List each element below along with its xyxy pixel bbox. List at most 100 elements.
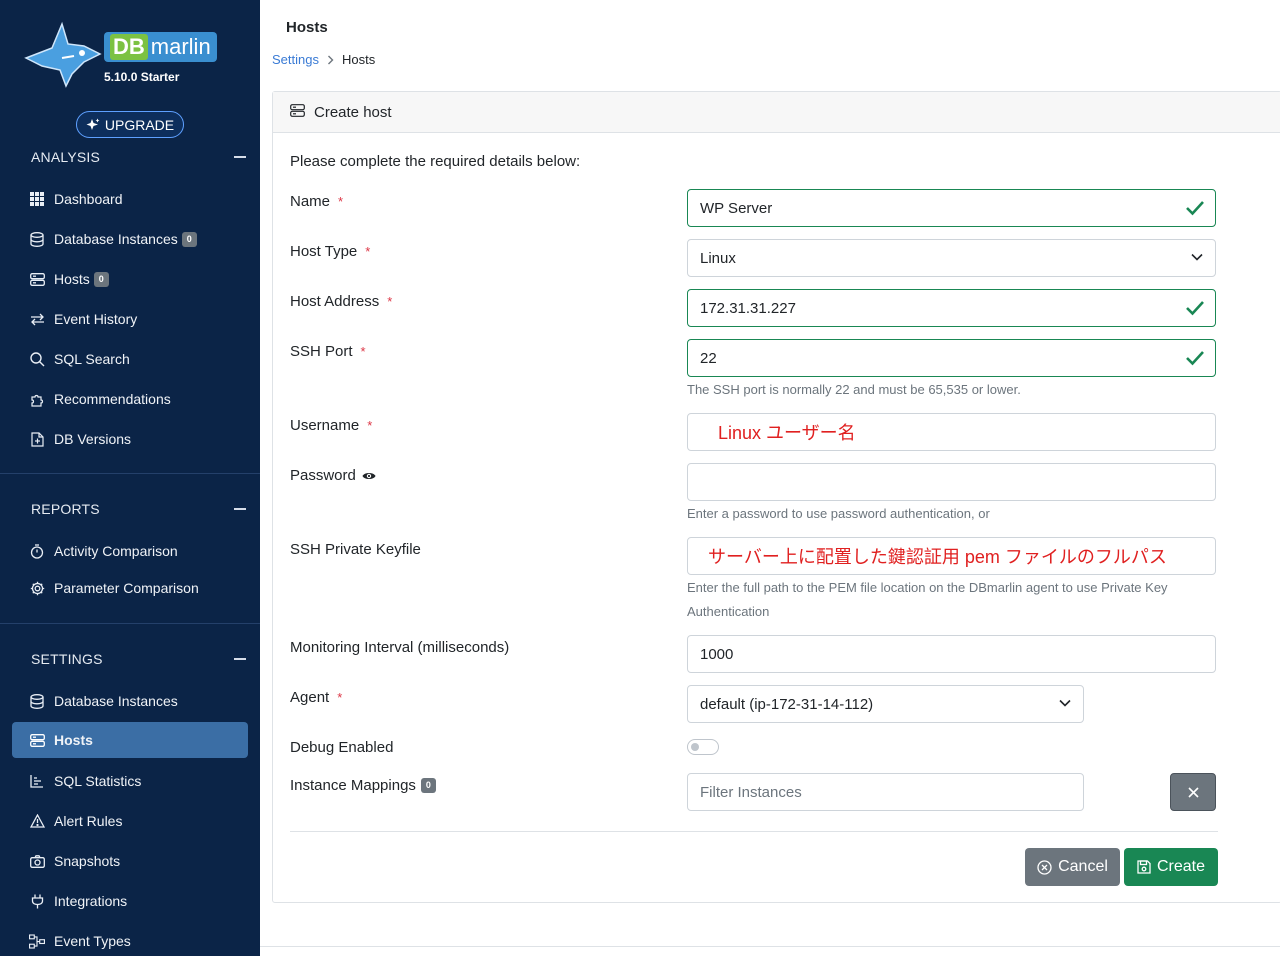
- sidebar-item-db-versions[interactable]: DB Versions: [12, 421, 248, 457]
- label-text: Instance Mappings: [290, 777, 416, 794]
- name-input[interactable]: WP Server: [687, 189, 1216, 227]
- host-type-select[interactable]: Linux: [687, 239, 1216, 277]
- required-mark: *: [338, 194, 344, 209]
- sidebar-item-label: Integrations: [54, 893, 128, 909]
- footer-line: [260, 946, 1280, 947]
- cancel-button[interactable]: Cancel: [1025, 848, 1120, 886]
- sidebar-item-integrations[interactable]: Integrations: [12, 883, 248, 919]
- label-text: Agent: [290, 689, 330, 706]
- sidebar-item-label: Event History: [54, 311, 138, 327]
- cancel-circle-icon: [1037, 859, 1052, 875]
- label-text: SSH Port: [290, 343, 353, 360]
- cancel-label: Cancel: [1058, 858, 1108, 875]
- agent-select[interactable]: default (ip-172-31-14-112): [687, 685, 1084, 723]
- collapse-icon[interactable]: [234, 658, 246, 660]
- sidebar-item-sql-statistics[interactable]: SQL Statistics: [12, 763, 248, 799]
- sidebar-item-alert-rules[interactable]: Alert Rules: [12, 803, 248, 839]
- chevron-down-icon: [1059, 699, 1071, 707]
- sidebar-item-label: SQL Search: [54, 351, 130, 367]
- label-text: SSH Private Keyfile: [290, 541, 421, 558]
- sidebar-item-label: Database Instances: [54, 231, 178, 247]
- label-text: Monitoring Interval (milliseconds): [290, 639, 510, 656]
- search-icon: [29, 351, 45, 367]
- keyfile-label: SSH Private Keyfile: [290, 541, 421, 558]
- username-input[interactable]: Linux ユーザー名: [687, 413, 1216, 451]
- keyfile-help: Enter the full path to the PEM file loca…: [687, 580, 1168, 619]
- section-title: ANALYSIS: [31, 149, 101, 165]
- keyfile-input[interactable]: サーバー上に配置した鍵認証用 pem ファイルのフルパス: [687, 537, 1216, 575]
- debug-toggle[interactable]: [687, 739, 719, 755]
- label-text: Password: [290, 467, 356, 484]
- sidebar-item-snapshots[interactable]: Snapshots: [12, 843, 248, 879]
- sidebar-divider: [0, 623, 260, 624]
- sidebar-item-event-types[interactable]: Event Types: [12, 923, 248, 956]
- upgrade-button[interactable]: UPGRADE: [76, 111, 184, 138]
- required-mark: *: [367, 418, 373, 433]
- sidebar-item-recommendations[interactable]: Recommendations: [12, 381, 248, 417]
- logo-marlin: marlin: [150, 34, 211, 59]
- gear-icon: [29, 580, 45, 596]
- sidebar-item-label: DB Versions: [54, 431, 132, 447]
- database-icon: [29, 231, 45, 247]
- sidebar-item-settings-database-instances[interactable]: Database Instances: [12, 683, 248, 719]
- sidebar-item-dashboard[interactable]: Dashboard: [12, 181, 248, 217]
- section-settings-header[interactable]: SETTINGS: [31, 651, 246, 667]
- section-reports-header[interactable]: REPORTS: [31, 501, 246, 517]
- dbmarlin-logo[interactable]: DB marlin 5.10.0 Starter: [22, 14, 222, 94]
- password-label: Password: [290, 467, 376, 484]
- collapse-icon[interactable]: [234, 156, 246, 158]
- eye-icon[interactable]: [362, 471, 376, 481]
- sidebar-item-label: Recommendations: [54, 391, 171, 407]
- card-title: Create host: [314, 103, 392, 121]
- sidebar: DB marlin 5.10.0 Starter UPGRADE ANALYSI…: [0, 0, 260, 956]
- sidebar-item-activity-comparison[interactable]: Activity Comparison: [12, 533, 248, 569]
- save-icon: [1137, 860, 1151, 874]
- filter-instances-input[interactable]: Filter Instances: [687, 773, 1084, 811]
- label-text: Host Address: [290, 293, 380, 310]
- label-text: Name: [290, 193, 331, 210]
- section-title: REPORTS: [31, 501, 100, 517]
- sidebar-item-label: Snapshots: [54, 853, 121, 869]
- chevron-down-icon: [1191, 253, 1203, 261]
- interval-input[interactable]: 1000: [687, 635, 1216, 673]
- sidebar-item-hosts[interactable]: Hosts 0: [12, 261, 248, 297]
- upgrade-label: UPGRADE: [104, 116, 175, 133]
- label-text: Username: [290, 417, 360, 434]
- close-icon: [1187, 786, 1199, 798]
- sidebar-item-database-instances[interactable]: Database Instances 0: [12, 221, 248, 257]
- sidebar-item-label: SQL Statistics: [54, 773, 142, 789]
- host-address-value: 172.31.31.227: [700, 299, 796, 317]
- create-button[interactable]: Create: [1124, 848, 1218, 886]
- sidebar-item-settings-hosts[interactable]: Hosts: [12, 722, 248, 758]
- sidebar-item-event-history[interactable]: Event History: [12, 301, 248, 337]
- breadcrumb-current: Hosts: [341, 52, 376, 67]
- camera-icon: [29, 853, 45, 869]
- grid-icon: [29, 191, 45, 207]
- section-analysis-header[interactable]: ANALYSIS: [31, 149, 246, 165]
- agent-label: Agent *: [290, 689, 342, 706]
- sidebar-item-label: Dashboard: [54, 191, 123, 207]
- label-text: Debug Enabled: [290, 739, 394, 756]
- breadcrumb: Settings Hosts: [272, 52, 375, 67]
- logo-db: DB: [110, 34, 148, 60]
- warning-icon: [29, 813, 45, 829]
- count-badge: 0: [420, 778, 436, 793]
- clear-filter-button[interactable]: [1170, 773, 1216, 811]
- username-label: Username *: [290, 417, 372, 434]
- sidebar-item-parameter-comparison[interactable]: Parameter Comparison: [12, 570, 248, 606]
- create-label: Create: [1156, 858, 1206, 875]
- password-input[interactable]: [687, 463, 1216, 501]
- required-mark: *: [360, 344, 366, 359]
- sidebar-item-label: Event Types: [54, 933, 131, 949]
- ssh-port-input[interactable]: 22: [687, 339, 1216, 377]
- logo-wordmark: DB marlin: [104, 32, 217, 62]
- breadcrumb-settings-link[interactable]: Settings: [272, 52, 319, 67]
- section-title: SETTINGS: [31, 651, 103, 667]
- filter-placeholder: Filter Instances: [700, 783, 802, 801]
- collapse-icon[interactable]: [234, 508, 246, 510]
- plug-icon: [29, 893, 45, 909]
- check-icon: [1186, 201, 1204, 216]
- ssh-port-value: 22: [700, 349, 717, 367]
- host-address-input[interactable]: 172.31.31.227: [687, 289, 1216, 327]
- sidebar-item-sql-search[interactable]: SQL Search: [12, 341, 248, 377]
